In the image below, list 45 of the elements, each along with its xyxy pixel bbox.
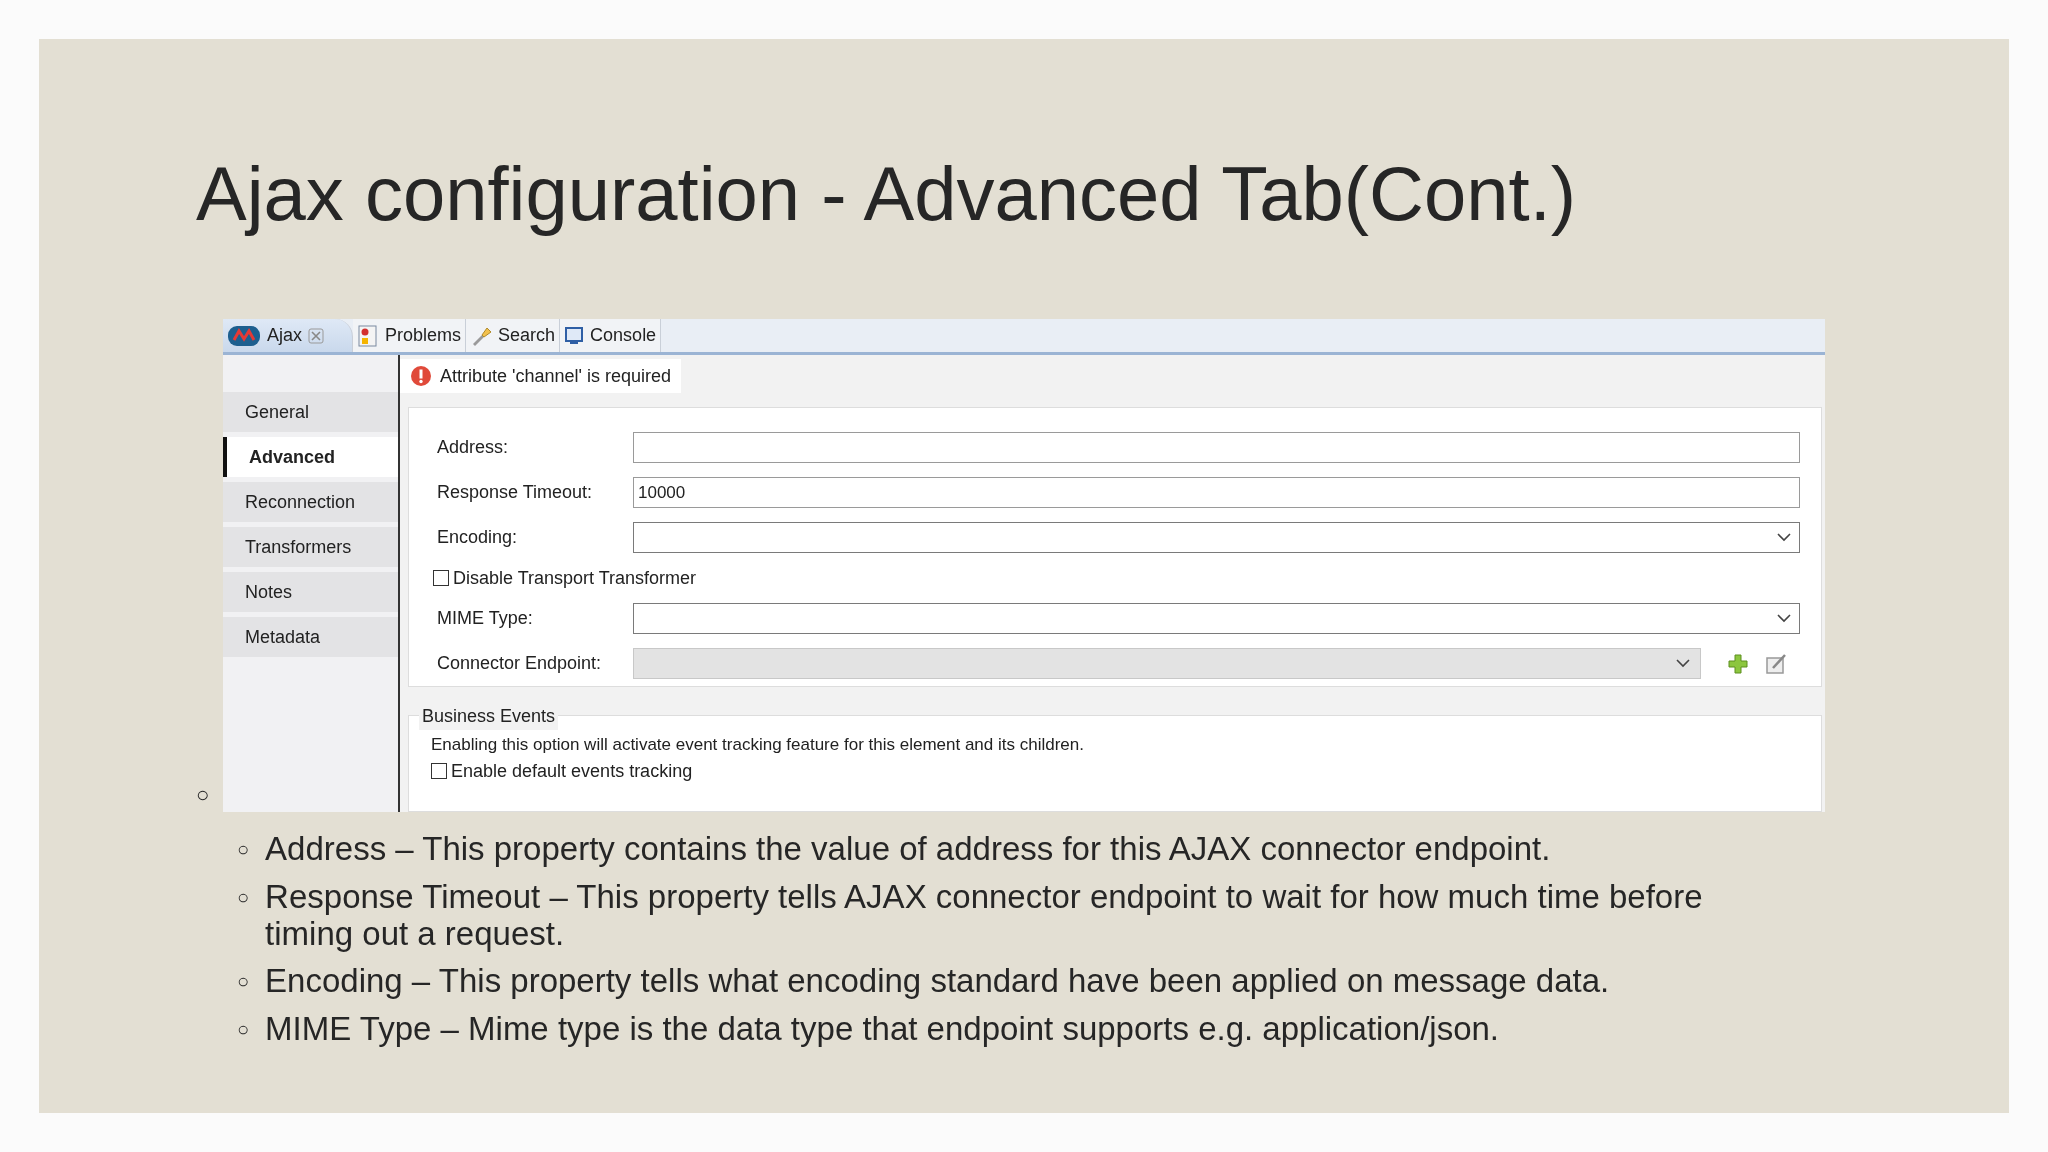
monitor-icon [564, 325, 585, 346]
text-field[interactable]: 10000 [633, 477, 1800, 508]
bullet-text: Address – This property contains the value of address for this AJAX connector endpoint. [265, 830, 1552, 868]
bullet-text: Response Timeout – This property tells AJAX connector endpoint to wait for how much time before timing out a request. [265, 878, 1704, 952]
sidebar-item[interactable]: Transformers [223, 527, 398, 567]
chevron-down-icon [1777, 614, 1791, 623]
sidebar-item[interactable]: Metadata [223, 617, 398, 657]
edit-icon[interactable] [1765, 652, 1789, 675]
dropdown-field[interactable] [633, 522, 1800, 553]
description-text: Enabling this option will activate event tracking feature for this element and its children. [431, 734, 1085, 756]
close-icon[interactable] [308, 327, 324, 344]
sidebar-item[interactable]: Notes [223, 572, 398, 612]
chevron-down-icon [1777, 533, 1791, 542]
checkbox[interactable] [433, 570, 449, 586]
slide-title: Ajax configuration - Advanced Tab(Cont.) [196, 150, 1578, 238]
checkbox-label: Enable default events tracking [451, 759, 693, 783]
sidebar-item[interactable]: General [223, 392, 398, 432]
field-label: MIME Type: [437, 607, 534, 630]
bullet-marker: ○ [237, 885, 250, 910]
field-label: Response Timeout: [437, 481, 594, 504]
bullet-marker: ○ [196, 781, 211, 809]
logo-icon [227, 324, 261, 347]
chevron-down-icon [1676, 659, 1690, 668]
error-banner: Attribute 'channel' is required [400, 359, 681, 393]
checkbox[interactable] [431, 763, 447, 779]
editor-tab[interactable]: Problems [353, 319, 467, 352]
text-field[interactable] [633, 432, 1800, 463]
bullet-marker: ○ [237, 1017, 250, 1042]
bullet-text: MIME Type – Mime type is the data type that endpoint supports e.g. application/json. [265, 1010, 1501, 1048]
dropdown-field[interactable] [633, 603, 1800, 634]
field-label: Encoding: [437, 526, 519, 549]
sidebar-item[interactable]: Reconnection [223, 482, 398, 522]
plus-icon[interactable] [1727, 652, 1749, 675]
checkbox-label: Disable Transport Transformer [453, 566, 697, 590]
editor-tab[interactable]: Search [466, 319, 561, 352]
bullet-text: Encoding – This property tells what encoding standard have been applied on message data. [265, 962, 1611, 1000]
bullet-marker: ○ [237, 969, 250, 994]
editor-tab[interactable]: Console [560, 319, 662, 352]
sidebar-item[interactable]: Advanced [223, 437, 398, 477]
editor-tab[interactable]: Ajax [223, 319, 353, 352]
field-label: Connector Endpoint: [437, 652, 603, 675]
bullet-marker: ○ [237, 837, 250, 862]
problems-icon [357, 324, 379, 347]
field-label: Address: [437, 436, 510, 459]
error-icon [410, 365, 432, 387]
